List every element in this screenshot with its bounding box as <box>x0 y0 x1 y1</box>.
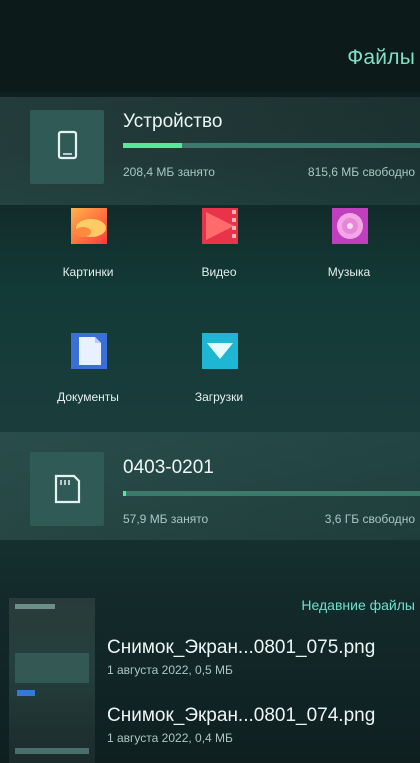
file-meta: 1 августа 2022, 0,4 МБ <box>107 731 233 745</box>
category-documents[interactable]: Документы <box>33 333 143 425</box>
file-name: Снимок_Экран...0801_074.png <box>107 705 376 726</box>
recent-file-item[interactable]: Снимок_Экран...0801_074.png 1 августа 20… <box>107 705 420 745</box>
device-used-text: 208,4 МБ занято <box>123 165 215 179</box>
sdcard-icon <box>30 452 104 526</box>
category-pictures[interactable]: Картинки <box>33 208 143 300</box>
category-label: Картинки <box>62 265 114 279</box>
device-usage-fill <box>123 143 183 148</box>
file-thumbnail <box>9 598 95 763</box>
file-name: Снимок_Экран...0801_075.png <box>107 637 376 658</box>
sdcard-used-text: 57,9 МБ занято <box>123 512 209 526</box>
device-storage-name: Устройство <box>123 111 223 132</box>
category-video[interactable]: Видео <box>164 208 274 300</box>
recent-file-item[interactable]: Снимок_Экран...0801_075.png 1 августа 20… <box>107 637 420 677</box>
device-usage-bar <box>123 143 420 148</box>
pictures-icon <box>71 208 107 244</box>
category-label: Музыка <box>327 265 371 279</box>
category-music[interactable]: Музыка <box>294 208 404 300</box>
video-icon <box>202 208 238 244</box>
category-label: Документы <box>57 390 119 404</box>
sdcard-storage-name: 0403-0201 <box>123 457 214 478</box>
sdcard-storage-card[interactable]: 0403-0201 57,9 МБ занято 3,6 ГБ свободно <box>0 432 420 540</box>
sdcard-free-text: 3,6 ГБ свободно <box>324 512 415 526</box>
recent-files-link[interactable]: Недавние файлы <box>301 597 415 613</box>
top-bar: Файлы <box>0 0 420 92</box>
file-meta: 1 августа 2022, 0,5 МБ <box>107 663 233 677</box>
device-free-text: 815,6 МБ свободно <box>307 165 415 179</box>
category-downloads[interactable]: Загрузки <box>164 333 274 425</box>
music-icon <box>332 208 368 244</box>
category-label: Загрузки <box>194 390 244 404</box>
sdcard-usage-fill <box>123 491 126 496</box>
phone-icon <box>30 110 104 184</box>
page-title: Файлы <box>347 46 415 69</box>
downloads-icon <box>202 333 238 369</box>
sdcard-usage-bar <box>123 491 420 496</box>
device-storage-card[interactable]: Устройство 208,4 МБ занято 815,6 МБ своб… <box>0 97 420 205</box>
category-label: Видео <box>201 265 237 279</box>
documents-icon <box>71 333 107 369</box>
